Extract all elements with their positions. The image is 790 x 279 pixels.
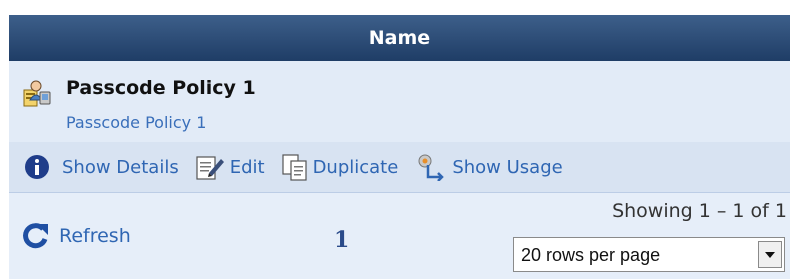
edit-label: Edit [229, 156, 265, 178]
policy-subtitle-link[interactable]: Passcode Policy 1 [66, 113, 206, 132]
usage-icon [418, 154, 445, 181]
showing-range-text: Showing 1 – 1 of 1 [612, 200, 787, 222]
show-details-label: Show Details [62, 156, 179, 178]
name-column-header[interactable]: Name [9, 15, 790, 61]
rows-per-page-value: 20 rows per page [521, 245, 661, 265]
policy-title: Passcode Policy 1 [66, 77, 256, 99]
policy-row[interactable]: Passcode Policy 1 Passcode Policy 1 [9, 61, 790, 143]
show-details-button[interactable]: Show Details [24, 154, 179, 180]
duplicate-button[interactable]: Duplicate [281, 153, 399, 181]
policy-list-panel: Name Passcode Policy 1 Passcode Policy 1… [9, 0, 790, 279]
action-bar: Show Details Edit Duplicate Show Usage [9, 142, 790, 193]
refresh-button[interactable]: Refresh [21, 221, 131, 251]
refresh-icon [23, 223, 48, 249]
chevron-down-icon[interactable] [758, 241, 782, 268]
edit-button[interactable]: Edit [195, 153, 265, 181]
page-number-current[interactable]: 1 [334, 227, 349, 253]
name-column-label: Name [368, 27, 431, 49]
duplicate-label: Duplicate [312, 156, 399, 178]
duplicate-icon [281, 154, 307, 181]
rows-per-page-select[interactable]: 20 rows per page [513, 237, 785, 272]
refresh-label: Refresh [59, 225, 131, 247]
pagination-footer: Refresh 1 Showing 1 – 1 of 1 20 rows per… [9, 193, 790, 279]
show-usage-button[interactable]: Show Usage [416, 153, 563, 181]
policy-icon [23, 80, 51, 107]
edit-icon [196, 156, 224, 180]
show-usage-label: Show Usage [452, 156, 563, 178]
info-icon [25, 155, 49, 179]
